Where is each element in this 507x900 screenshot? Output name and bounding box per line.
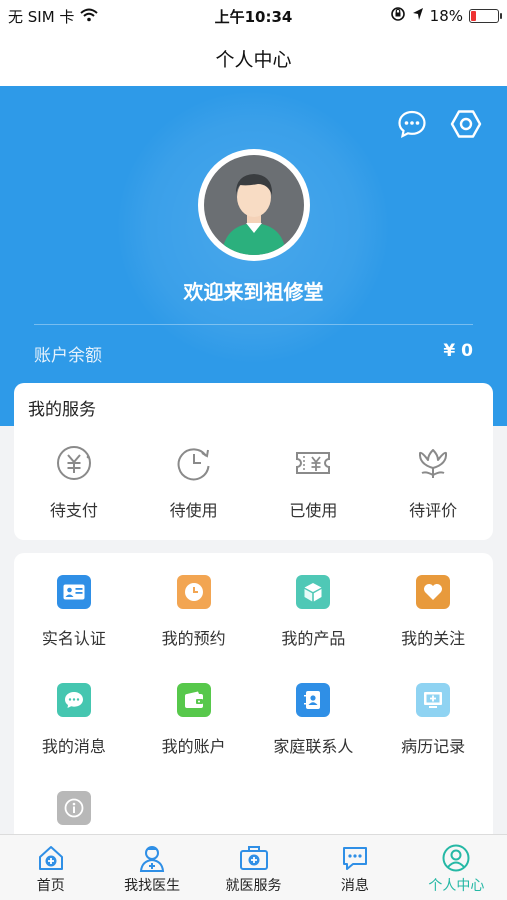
- tab-home[interactable]: 首页: [0, 835, 101, 900]
- tab-label: 首页: [36, 878, 65, 894]
- welcome-text: 欢迎来到祖修堂: [183, 280, 324, 304]
- location-arrow-icon: [412, 7, 424, 25]
- medical-record-icon: [416, 683, 451, 717]
- tab-profile[interactable]: 个人中心: [406, 835, 507, 900]
- tab-label: 个人中心: [428, 878, 485, 894]
- message-icon: [339, 843, 371, 873]
- service-pending-payment[interactable]: 待支付: [14, 443, 134, 521]
- grid-label: 我的产品: [281, 629, 346, 648]
- id-card-icon: [56, 575, 91, 609]
- tab-label: 消息: [340, 878, 369, 894]
- balance-label: 账户余额: [34, 346, 102, 366]
- grid-row-2: 我的消息 我的账户 家庭联系人 病历记录: [14, 683, 493, 757]
- clock-refresh-icon: [174, 443, 214, 483]
- service-label: 已使用: [289, 501, 338, 520]
- grid-label: 实名认证: [41, 629, 106, 648]
- grid-medical-records[interactable]: 病历记录: [373, 683, 493, 757]
- page-title: 个人中心: [215, 48, 292, 71]
- services-title: 我的服务: [28, 400, 96, 420]
- info-icon: [56, 791, 91, 825]
- grid-label: 我的预约: [161, 629, 226, 648]
- grid-label: 我的消息: [41, 737, 106, 756]
- wallet-icon: [176, 683, 211, 717]
- message-button[interactable]: [396, 108, 428, 140]
- grid-real-name-auth[interactable]: 实名认证: [14, 575, 134, 649]
- tab-bar: 首页 我找医生 就医服务 消息 个人中心: [0, 834, 507, 900]
- grid-label: 我的账户: [161, 737, 226, 756]
- service-label: 待使用: [169, 501, 218, 520]
- grid-row-1: 实名认证 我的预约 我的产品 我的关注: [14, 575, 493, 649]
- grid-family-contacts[interactable]: 家庭联系人: [254, 683, 374, 757]
- flower-icon: [413, 443, 453, 483]
- hexagon-settings-icon: [450, 110, 482, 138]
- grid-label: 病历记录: [401, 737, 466, 756]
- user-circle-icon: [440, 843, 472, 873]
- medical-kit-icon: [238, 843, 270, 873]
- profile-header: 欢迎来到祖修堂 账户余额 ¥ 0: [0, 86, 507, 426]
- grid-my-products[interactable]: 我的产品: [254, 575, 374, 649]
- grid-label: 我的关注: [401, 629, 466, 648]
- tab-label: 就医服务: [225, 878, 282, 894]
- grid-my-messages[interactable]: 我的消息: [14, 683, 134, 757]
- orientation-lock-icon: [390, 6, 406, 26]
- grid-info[interactable]: [14, 791, 134, 825]
- home-plus-icon: [35, 843, 67, 873]
- function-grid-card: 实名认证 我的预约 我的产品 我的关注 我的消息 我的账户 家庭联系人 病历记录: [14, 553, 493, 853]
- grid-label: 家庭联系人: [273, 737, 354, 756]
- chat-bubble-icon: [398, 110, 426, 138]
- service-label: 待支付: [49, 501, 98, 520]
- battery-percent: 18%: [429, 7, 463, 25]
- my-services-card: 我的服务 待支付 待使用 已使用 待评价: [14, 383, 493, 540]
- nav-bar: 个人中心: [0, 30, 507, 86]
- grid-my-follows[interactable]: 我的关注: [373, 575, 493, 649]
- grid-my-appointments[interactable]: 我的预约: [134, 575, 254, 649]
- status-right: 18%: [390, 6, 502, 26]
- avatar[interactable]: [198, 149, 310, 261]
- grid-my-account[interactable]: 我的账户: [134, 683, 254, 757]
- heart-icon: [416, 575, 451, 609]
- battery-icon: [469, 9, 502, 23]
- avatar-image: [204, 155, 304, 255]
- service-to-review[interactable]: 待评价: [373, 443, 493, 521]
- yuan-circle-icon: [54, 443, 94, 483]
- settings-button[interactable]: [450, 108, 482, 140]
- tab-find-doctor[interactable]: 我找医生: [101, 835, 202, 900]
- contact-book-icon: [296, 683, 331, 717]
- clock-icon: [176, 575, 211, 609]
- tab-medical-service[interactable]: 就医服务: [203, 835, 304, 900]
- doctor-icon: [136, 843, 168, 873]
- battery-level-fill: [471, 11, 476, 21]
- service-to-use[interactable]: 待使用: [134, 443, 254, 521]
- services-row: 待支付 待使用 已使用 待评价: [14, 443, 493, 521]
- ticket-yuan-icon: [293, 443, 333, 483]
- tab-messages[interactable]: 消息: [304, 835, 405, 900]
- tab-label: 我找医生: [124, 878, 181, 894]
- header-divider: [34, 324, 473, 325]
- service-used[interactable]: 已使用: [254, 443, 374, 521]
- message-dots-icon: [56, 683, 91, 717]
- service-label: 待评价: [409, 501, 458, 520]
- balance-value[interactable]: ¥ 0: [443, 341, 473, 361]
- status-bar: 无 SIM 卡 上午10:34 18%: [0, 0, 507, 30]
- cube-icon: [296, 575, 331, 609]
- grid-row-3: [14, 791, 493, 825]
